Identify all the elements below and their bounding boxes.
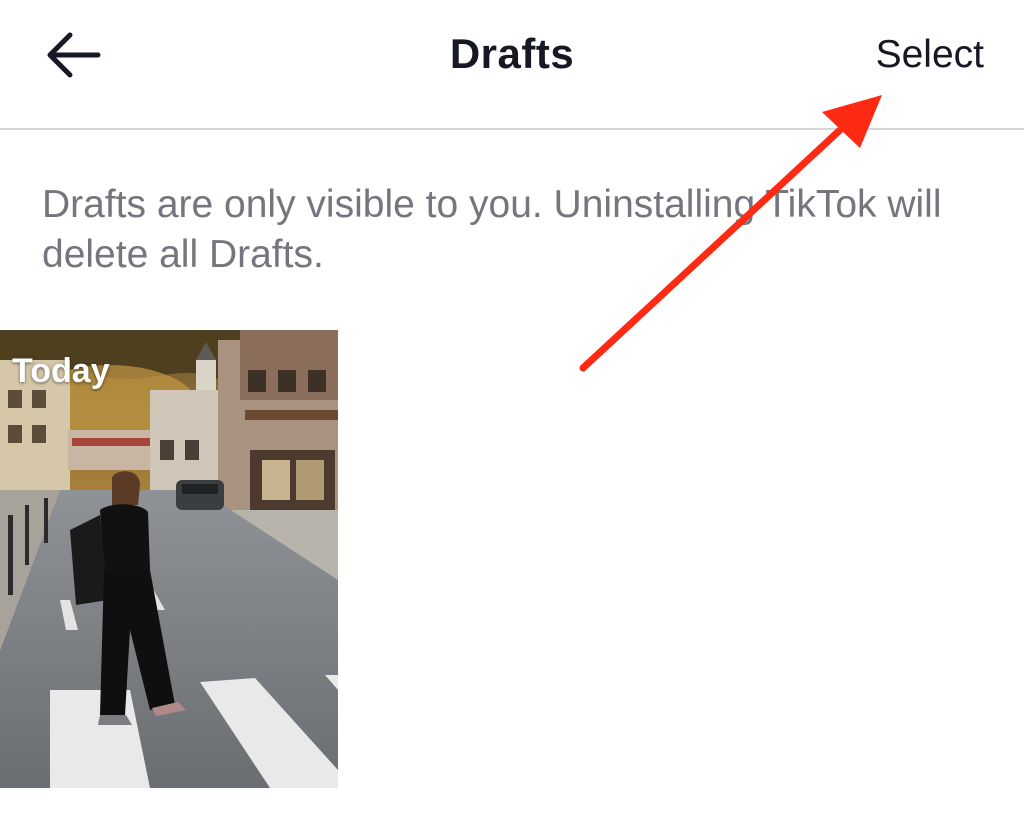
select-button[interactable]: Select xyxy=(876,33,984,77)
page-title: Drafts xyxy=(449,30,575,77)
draft-photo xyxy=(0,330,338,788)
header-bar: Drafts Select xyxy=(0,0,1024,130)
draft-date-label: Today xyxy=(12,352,110,390)
draft-thumbnail[interactable]: Today xyxy=(0,330,338,788)
drafts-notice: Drafts are only visible to you. Uninstal… xyxy=(42,183,942,276)
